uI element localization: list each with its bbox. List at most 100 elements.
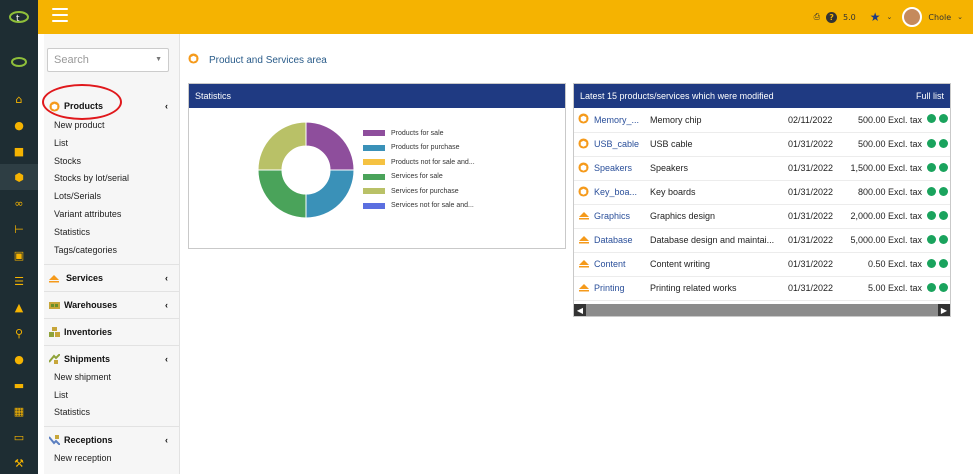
menu-item-list[interactable]: List xyxy=(54,138,68,148)
home-icon[interactable]: ⌂ xyxy=(0,86,38,112)
menu-item-shipment-statistics[interactable]: Statistics xyxy=(54,407,90,417)
search-input[interactable]: Search ▼ xyxy=(47,48,169,72)
menu-toggle-icon[interactable] xyxy=(52,8,68,22)
horizontal-scrollbar[interactable]: ◀ ▶ xyxy=(574,304,950,316)
menu-item-tags-categories[interactable]: Tags/categories xyxy=(54,245,117,255)
ticket-icon[interactable]: ▭ xyxy=(0,424,38,450)
menu-shipments-label: Shipments xyxy=(64,353,111,364)
menu-services-header[interactable]: Services ‹ xyxy=(44,264,180,290)
top-bar: t ⎙ ? 5.0 ★ ⌄ Chole ⌄ xyxy=(0,0,973,34)
latest-panel-header: Latest 15 products/services which were m… xyxy=(574,84,950,108)
donut-slice-1 xyxy=(305,121,355,171)
chevron-down-icon[interactable]: ▼ xyxy=(155,56,162,63)
user-name[interactable]: Chole xyxy=(928,13,951,22)
modified-date: 01/31/2022 xyxy=(788,156,844,181)
wrench-icon[interactable]: ⚒ xyxy=(0,450,38,474)
status-sell-icon xyxy=(922,276,936,301)
legend-item[interactable]: Services for sale xyxy=(363,170,475,185)
scroll-right-icon[interactable]: ▶ xyxy=(938,304,950,316)
chevron-left-icon[interactable]: ‹ xyxy=(165,300,168,310)
products-icon[interactable]: ⬢ xyxy=(0,164,38,190)
menu-item-new-shipment[interactable]: New shipment xyxy=(54,372,111,382)
menu-item-variant-attributes[interactable]: Variant attributes xyxy=(54,209,121,219)
calendar-icon[interactable]: ▦ xyxy=(0,398,38,424)
chevron-left-icon[interactable]: ‹ xyxy=(165,435,168,445)
menu-shipments-header[interactable]: Shipments ‹ xyxy=(44,345,180,371)
status-sell-icon xyxy=(922,132,936,157)
rail-home-logo-icon[interactable] xyxy=(0,34,38,86)
status-sell-icon xyxy=(922,228,936,253)
product-ref-link[interactable]: Speakers xyxy=(594,156,650,181)
latest-table: Memory_... Memory chip 02/11/2022 500.00 Ex… xyxy=(574,108,950,301)
status-dot xyxy=(938,162,948,172)
menu-item-stocks[interactable]: Stocks xyxy=(54,156,81,166)
product-ref-link[interactable]: Printing xyxy=(594,276,650,301)
menu-item-lots-serials[interactable]: Lots/Serials xyxy=(54,191,101,201)
folder-icon[interactable]: ▬ xyxy=(0,372,38,398)
scroll-left-icon[interactable]: ◀ xyxy=(574,304,586,316)
status-dot xyxy=(927,258,936,268)
briefcase-icon[interactable]: ▣ xyxy=(0,242,38,268)
menu-item-shipment-list[interactable]: List xyxy=(54,390,68,400)
table-row: Content Content writing 01/31/2022 0.50 Exc… xyxy=(574,252,950,277)
product-ref-link[interactable]: USB_cable xyxy=(594,132,650,157)
box-icon xyxy=(574,180,594,205)
status-dot xyxy=(938,114,948,124)
product-label: Speakers xyxy=(650,156,788,181)
legend-item[interactable]: Products for sale xyxy=(363,126,475,141)
price-cell: 0.50 Excl. tax xyxy=(844,252,922,277)
menu-item-new-reception[interactable]: New reception xyxy=(54,453,112,463)
legend-item[interactable]: Services not for sale and... xyxy=(363,199,475,214)
donut-slice-4 xyxy=(257,169,307,219)
logo-icon: t xyxy=(9,11,29,24)
status-buy-icon xyxy=(936,276,950,301)
statistics-panel-header: Statistics xyxy=(189,84,565,108)
status-buy-icon xyxy=(936,204,950,229)
status-sell-icon xyxy=(922,180,936,205)
hierarchy-icon[interactable]: ⊢ xyxy=(0,216,38,242)
coins-icon[interactable]: ☰ xyxy=(0,268,38,294)
product-ref-link[interactable]: Database xyxy=(594,228,650,253)
avatar[interactable] xyxy=(902,7,923,27)
menu-item-new-product[interactable]: New product xyxy=(54,120,105,130)
search-rail-icon[interactable]: ⚲ xyxy=(0,320,38,346)
full-list-link[interactable]: Full list xyxy=(916,91,944,101)
modified-date: 02/11/2022 xyxy=(788,108,844,133)
product-label: Key boards xyxy=(650,180,788,205)
app-logo[interactable]: t xyxy=(0,0,38,34)
price-cell: 800.00 Excl. tax xyxy=(844,180,922,205)
chevron-left-icon[interactable]: ‹ xyxy=(165,354,168,364)
status-buy-icon xyxy=(936,228,950,253)
statistics-title: Statistics xyxy=(195,91,232,101)
user-dropdown-icon[interactable]: ⌄ xyxy=(957,13,963,21)
legend-item[interactable]: Products not for sale and... xyxy=(363,155,475,170)
menu-receptions-header[interactable]: Receptions ‹ xyxy=(44,426,180,452)
help-icon[interactable]: ? xyxy=(826,11,838,23)
price-cell: 5.00 Excl. tax xyxy=(844,276,922,301)
status-dot xyxy=(927,162,936,172)
status-sell-icon xyxy=(922,156,936,181)
menu-item-statistics[interactable]: Statistics xyxy=(54,227,90,237)
chevron-left-icon[interactable]: ‹ xyxy=(165,273,168,283)
product-ref-link[interactable]: Graphics xyxy=(594,204,650,229)
menu-item-stocks-by-lot[interactable]: Stocks by lot/serial xyxy=(54,173,129,183)
building-icon[interactable]: ■ xyxy=(0,138,38,164)
status-dot xyxy=(927,282,936,292)
bookmark-icon[interactable]: ★ xyxy=(870,10,881,24)
user-icon[interactable]: ● xyxy=(0,112,38,138)
menu-warehouses-header[interactable]: Warehouses ‹ xyxy=(44,291,180,317)
legend-item[interactable]: Products for purchase xyxy=(363,141,475,156)
status-dot xyxy=(927,234,936,244)
product-ref-link[interactable]: Key_boa... xyxy=(594,180,650,205)
projects-icon[interactable]: ∞ xyxy=(0,190,38,216)
bank-icon[interactable]: ▲ xyxy=(0,294,38,320)
print-icon[interactable]: ⎙ xyxy=(814,12,820,22)
legend-item[interactable]: Services for purchase xyxy=(363,184,475,199)
status-sell-icon xyxy=(922,252,936,277)
chevron-left-icon[interactable]: ‹ xyxy=(165,101,168,111)
menu-inventories-header[interactable]: Inventories xyxy=(44,318,180,344)
bookmark-dropdown-icon[interactable]: ⌄ xyxy=(887,13,893,21)
product-ref-link[interactable]: Content xyxy=(594,252,650,277)
product-ref-link[interactable]: Memory_... xyxy=(594,108,650,133)
users-icon[interactable]: ● xyxy=(0,346,38,372)
